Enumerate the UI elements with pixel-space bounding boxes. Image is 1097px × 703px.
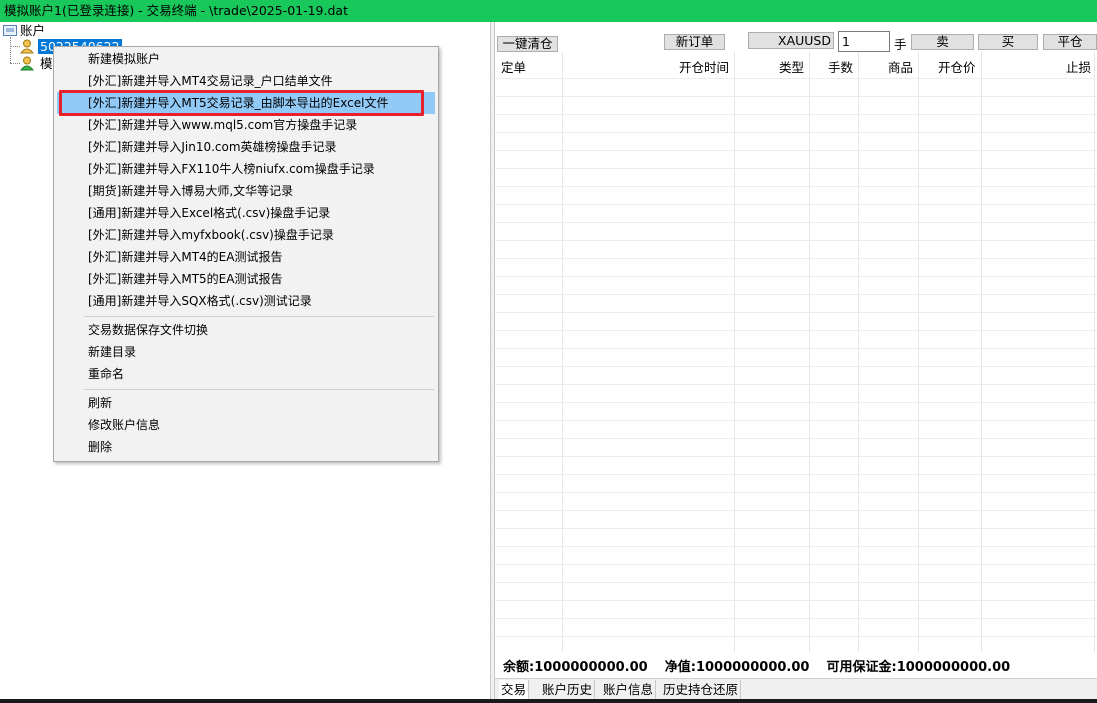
tree-connector [10, 37, 11, 63]
highlight-callout [59, 90, 424, 116]
equity-label: 净值: [664, 660, 696, 675]
grid-row-line [495, 618, 1097, 619]
column-header-open-price[interactable]: 开仓价 [938, 57, 976, 76]
menu-item-delete[interactable]: 删除 [57, 436, 435, 458]
grid-row-line [495, 294, 1097, 295]
grid-row-line [495, 438, 1097, 439]
grid-row-line [495, 204, 1097, 205]
grid-row-line [495, 366, 1097, 367]
menu-item-import-futures[interactable]: [期货]新建并导入博易大师,文华等记录 [57, 180, 435, 202]
grid-row-line [495, 456, 1097, 457]
close-all-button[interactable]: 一键清仓 [497, 36, 558, 52]
balance-label: 余额: [503, 660, 535, 675]
grid-column-divider [562, 52, 563, 652]
menu-item-import-sqx[interactable]: [通用]新建并导入SQX格式(.csv)测试记录 [57, 290, 435, 312]
lots-unit-label: 手 [894, 37, 907, 52]
tree-account-2-label[interactable]: 模 [40, 56, 53, 72]
free-margin-value: 1000000000.00 [896, 660, 1011, 675]
menu-item-import-mql5[interactable]: [外汇]新建并导入www.mql5.com官方操盘手记录 [57, 114, 435, 136]
menu-item-refresh[interactable]: 刷新 [57, 392, 435, 414]
tree-connector [10, 63, 20, 64]
menu-item-import-mt4-statement[interactable]: [外汇]新建并导入MT4交易记录_户口结单文件 [57, 70, 435, 92]
grid-column-divider [1094, 52, 1095, 652]
grid-row-line [495, 492, 1097, 493]
menu-item-import-fx110[interactable]: [外汇]新建并导入FX110牛人榜niufx.com操盘手记录 [57, 158, 435, 180]
grid-row-line [495, 222, 1097, 223]
free-margin-label: 可用保证金: [826, 660, 897, 675]
tab-account-info[interactable]: 账户信息 [601, 680, 657, 700]
grid-row-line [495, 168, 1097, 169]
column-header-symbol[interactable]: 商品 [888, 57, 913, 76]
grid-column-divider [734, 52, 735, 652]
orders-grid: 定单 开仓时间 类型 手数 商品 开仓价 止损 [495, 52, 1097, 652]
column-header-type[interactable]: 类型 [779, 57, 804, 76]
tab-position-history-restore[interactable]: 历史持仓还原 [661, 680, 742, 700]
menu-separator [84, 316, 434, 317]
grid-row-line [495, 150, 1097, 151]
grid-row-line [495, 582, 1097, 583]
window-bottom-border [0, 699, 1097, 703]
user-green-icon [19, 56, 35, 71]
column-header-lots[interactable]: 手数 [828, 57, 853, 76]
grid-row-line [495, 258, 1097, 259]
menu-item-rename[interactable]: 重命名 [57, 363, 435, 385]
grid-column-divider [981, 52, 982, 652]
menu-item-new-folder[interactable]: 新建目录 [57, 341, 435, 363]
grid-row-line [495, 114, 1097, 115]
grid-column-divider [809, 52, 810, 652]
menu-item-import-mt4-ea-report[interactable]: [外汇]新建并导入MT4的EA测试报告 [57, 246, 435, 268]
user-gold-icon [19, 39, 35, 54]
menu-item-new-demo-account[interactable]: 新建模拟账户 [57, 48, 435, 70]
column-header-order[interactable]: 定单 [501, 57, 526, 76]
sell-button[interactable]: 卖 [911, 34, 974, 50]
grid-column-divider [858, 52, 859, 652]
grid-row-line [495, 510, 1097, 511]
menu-item-import-excel-csv[interactable]: [通用]新建并导入Excel格式(.csv)操盘手记录 [57, 202, 435, 224]
balance-value: 1000000000.00 [534, 660, 648, 675]
grid-row-line [495, 420, 1097, 421]
tree-connector [10, 46, 20, 47]
window-title: 模拟账户1(已登录连接) - 交易终端 - \trade\2025-01-19.… [0, 0, 1097, 22]
tab-account-history[interactable]: 账户历史 [540, 680, 596, 700]
menu-item-switch-data-file[interactable]: 交易数据保存文件切换 [57, 319, 435, 341]
new-order-button[interactable]: 新订单 [664, 34, 725, 50]
grid-row-line [495, 564, 1097, 565]
menu-separator [84, 389, 434, 390]
equity-value: 1000000000.00 [695, 660, 810, 675]
menu-item-import-mt5-ea-report[interactable]: [外汇]新建并导入MT5的EA测试报告 [57, 268, 435, 290]
grid-row-line [495, 528, 1097, 529]
menu-item-import-jin10[interactable]: [外汇]新建并导入Jin10.com英雄榜操盘手记录 [57, 136, 435, 158]
lots-input[interactable] [838, 31, 890, 52]
grid-row-line [495, 132, 1097, 133]
grid-row-line [495, 402, 1097, 403]
close-position-button[interactable]: 平仓 [1043, 34, 1097, 50]
column-header-stop-loss[interactable]: 止损 [1066, 57, 1091, 76]
grid-row-line [495, 186, 1097, 187]
account-status-bar: 余额:1000000000.00 净值:1000000000.00 可用保证金:… [503, 656, 1010, 675]
grid-row-line [495, 276, 1097, 277]
grid-row-line [495, 384, 1097, 385]
grid-row-line [495, 240, 1097, 241]
grid-header-divider [495, 78, 1097, 79]
grid-row-line [495, 330, 1097, 331]
tree-root-label[interactable]: 账户 [20, 23, 45, 39]
grid-row-line [495, 474, 1097, 475]
menu-item-import-myfxbook[interactable]: [外汇]新建并导入myfxbook(.csv)操盘手记录 [57, 224, 435, 246]
root-folder-icon [3, 25, 17, 36]
symbol-selector[interactable]: XAUUSD [748, 32, 834, 49]
tab-trade[interactable]: 交易 [499, 680, 530, 700]
grid-row-line [495, 600, 1097, 601]
menu-item-edit-account-info[interactable]: 修改账户信息 [57, 414, 435, 436]
grid-column-divider [918, 52, 919, 652]
column-header-open-time[interactable]: 开仓时间 [679, 57, 729, 76]
grid-row-line [495, 636, 1097, 637]
grid-row-line [495, 312, 1097, 313]
grid-row-line [495, 96, 1097, 97]
grid-row-line [495, 546, 1097, 547]
grid-row-line [495, 348, 1097, 349]
buy-button[interactable]: 买 [978, 34, 1038, 50]
